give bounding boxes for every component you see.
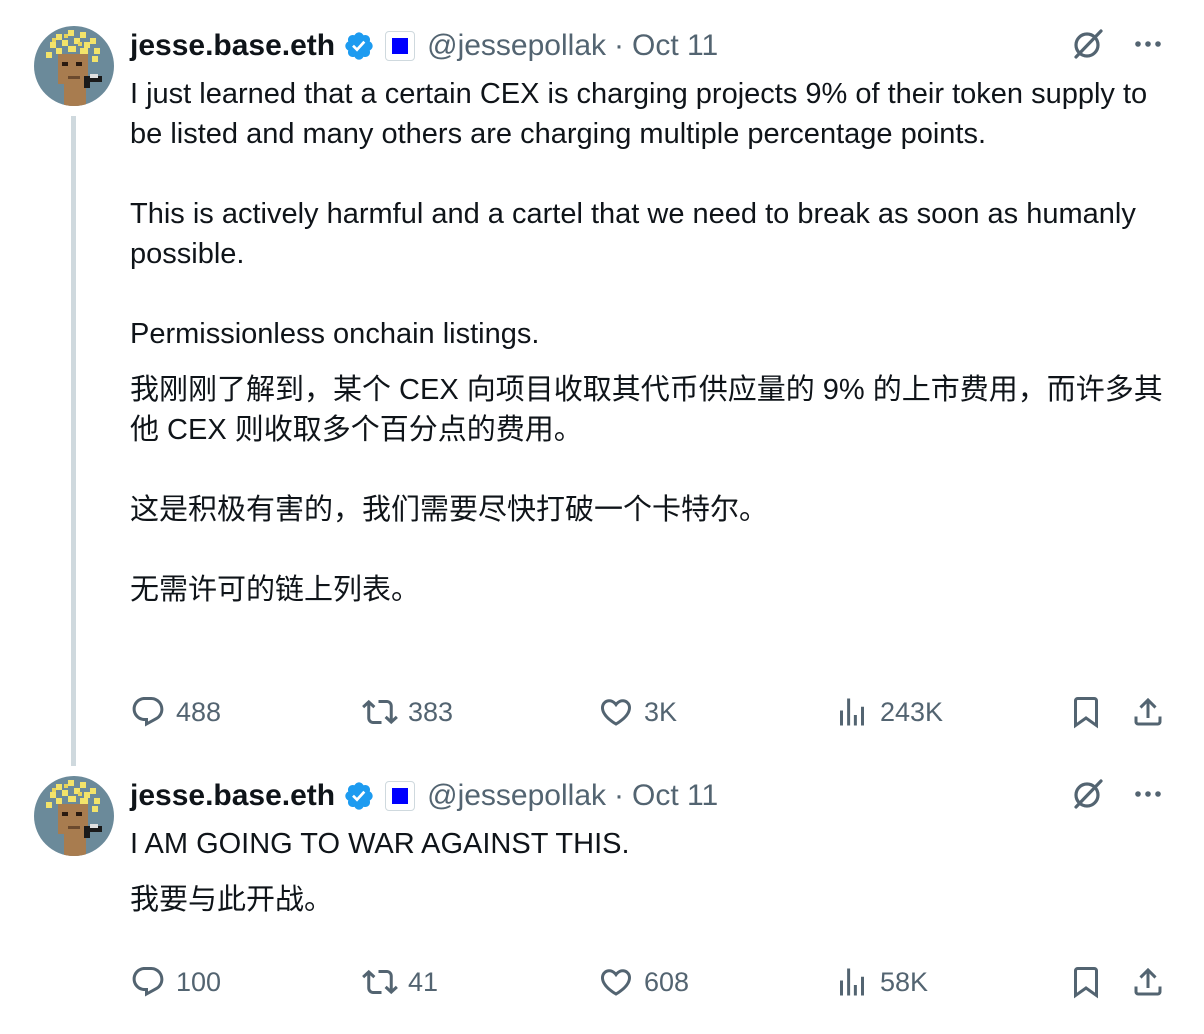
share-icon: [1134, 967, 1162, 996]
repost-count: 383: [408, 696, 454, 727]
tweet-paragraph-en: I AM GOING TO WAR AGAINST THIS.: [130, 828, 630, 860]
like-button[interactable]: 608: [598, 962, 689, 1002]
tweet-paragraph-cn: 我刚刚了解到，某个 CEX 向项目收取其代币供应量的 9% 的上市费用，而许多其…: [130, 374, 1163, 606]
repost-icon: [362, 699, 398, 725]
share-icon: [1134, 697, 1162, 726]
heart-icon: [600, 969, 632, 996]
views-count: 58K: [880, 966, 929, 997]
author-handle[interactable]: @jessepollak: [427, 779, 606, 813]
reply-count: 100: [176, 966, 222, 997]
more-options-icon[interactable]: [1132, 28, 1164, 65]
reply-button[interactable]: 488: [130, 692, 221, 732]
grok-icon[interactable]: [1070, 776, 1106, 817]
tweet-actions: 488 383 3K 243K: [130, 692, 1170, 732]
views-chart-icon: [840, 968, 864, 996]
repost-button[interactable]: 383: [362, 692, 453, 732]
views-button[interactable]: 243K: [834, 692, 943, 732]
pixel-art-avatar-icon: [34, 776, 114, 856]
tweet-text: I just learned that a certain CEX is cha…: [130, 74, 1170, 610]
reply-count: 488: [176, 696, 222, 727]
verified-badge-icon[interactable]: [343, 30, 375, 62]
tweet-top-actions: [1070, 776, 1164, 816]
reply-button[interactable]: 100: [130, 962, 221, 1002]
blue-square-affiliate-icon[interactable]: [385, 31, 416, 61]
reply-icon: [132, 697, 164, 727]
bookmark-icon: [1074, 697, 1098, 729]
tweet[interactable]: jesse.base.eth @jessepollak · Oct 11: [0, 760, 1204, 1024]
tweet-header: jesse.base.eth @jessepollak · Oct 11: [130, 26, 718, 66]
blue-square-affiliate-icon[interactable]: [385, 781, 416, 811]
separator-dot: ·: [614, 779, 624, 812]
pixel-art-avatar-icon: [34, 26, 114, 106]
bookmark-button[interactable]: [1068, 692, 1104, 732]
thread-line: [71, 116, 76, 766]
tweet-header: jesse.base.eth @jessepollak · Oct 11: [130, 776, 718, 816]
tweet-actions: 100 41 608 58K: [130, 962, 1170, 1002]
like-button[interactable]: 3K: [598, 692, 677, 732]
more-options-icon[interactable]: [1132, 778, 1164, 815]
tweet-text: I AM GOING TO WAR AGAINST THIS. 我要与此开战。: [130, 824, 1170, 920]
share-button[interactable]: [1130, 692, 1166, 732]
verified-badge-icon[interactable]: [343, 780, 375, 812]
author-name[interactable]: jesse.base.eth: [130, 779, 335, 813]
like-count: 608: [644, 966, 690, 997]
tweet-date[interactable]: Oct 11: [632, 779, 718, 813]
avatar[interactable]: [34, 26, 114, 106]
like-count: 3K: [644, 696, 678, 727]
views-count: 243K: [880, 696, 944, 727]
repost-count: 41: [408, 966, 439, 997]
heart-icon: [600, 699, 632, 726]
views-chart-icon: [840, 698, 864, 726]
bookmark-button[interactable]: [1068, 962, 1104, 1002]
tweet[interactable]: jesse.base.eth @jessepollak · Oct 11: [0, 0, 1204, 766]
avatar[interactable]: [34, 776, 114, 856]
author-name[interactable]: jesse.base.eth: [130, 29, 335, 63]
share-button[interactable]: [1130, 962, 1166, 1002]
reply-icon: [132, 967, 164, 997]
views-button[interactable]: 58K: [834, 962, 928, 1002]
tweet-paragraph-cn: 我要与此开战。: [130, 884, 334, 916]
tweet-date[interactable]: Oct 11: [632, 29, 718, 63]
separator-dot: ·: [614, 29, 624, 62]
tweet-top-actions: [1070, 26, 1164, 66]
repost-button[interactable]: 41: [362, 962, 438, 1002]
repost-icon: [362, 969, 398, 995]
bookmark-icon: [1074, 967, 1098, 999]
author-handle[interactable]: @jessepollak: [427, 29, 606, 63]
grok-icon[interactable]: [1070, 26, 1106, 67]
tweet-paragraph-en: I just learned that a certain CEX is cha…: [130, 78, 1148, 350]
